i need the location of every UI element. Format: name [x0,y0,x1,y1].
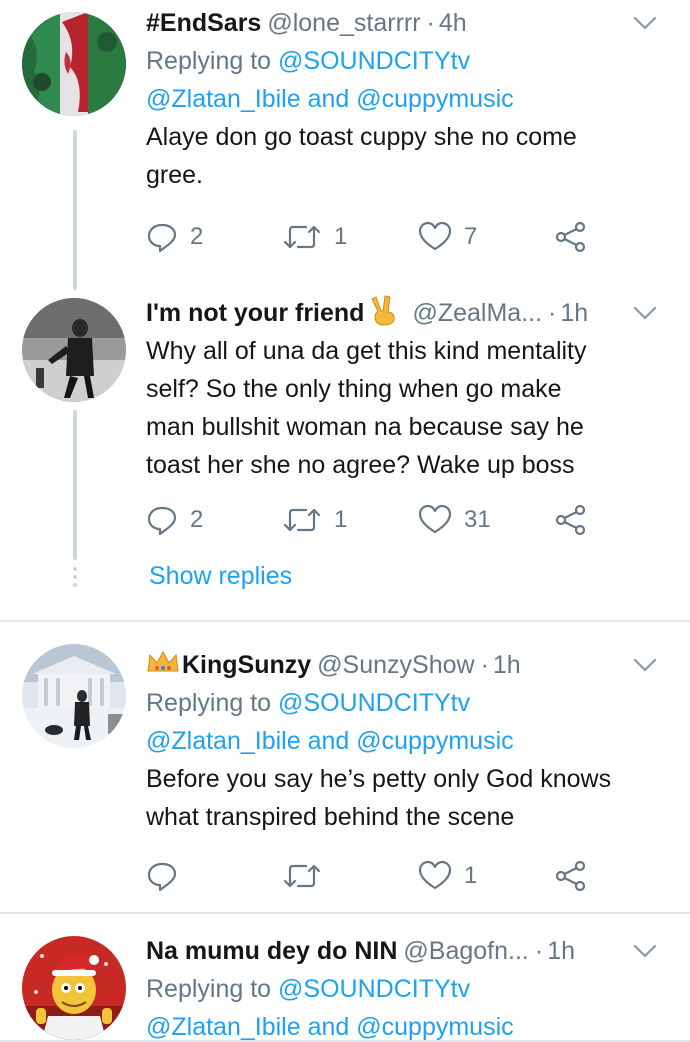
avatar-image [22,644,126,748]
avatar[interactable] [22,298,126,402]
replying-and: and [307,85,350,113]
display-name[interactable]: Na mumu dey do NIN [146,937,397,966]
like-count: 1 [464,862,478,889]
reply-icon [147,862,177,892]
tweet-text-line: Why all of una da get this kind mentalit… [146,337,587,365]
reply-count: 2 [190,506,204,533]
like-count: 7 [464,223,478,250]
user-handle[interactable]: @SunzyShow [317,651,474,680]
reply-icon [147,223,177,253]
retweet-button[interactable]: 1 [282,500,347,540]
timestamp[interactable]: 1h [547,937,575,966]
reply-icon [147,506,177,536]
like-icon [418,504,452,534]
retweet-count: 1 [334,223,348,250]
share-icon [555,860,586,892]
timestamp[interactable]: 1h [560,299,588,328]
share-button[interactable] [554,856,588,896]
avatar-image [22,298,126,402]
tweet-text-line: man bullshit woman na because say he [146,413,584,441]
like-icon [418,860,452,890]
tweet-actions: 1 [146,856,606,896]
mention-link[interactable]: @Zlatan_Ibile [146,727,301,755]
like-button[interactable]: 7 [418,217,477,257]
tweet-text-line: what transpired behind the scene [146,803,515,831]
share-button[interactable] [554,217,588,257]
retweet-button[interactable] [282,856,322,896]
reply-button[interactable]: 2 [146,500,203,540]
mention-link[interactable]: @SOUNDCITYtv [278,47,470,75]
tweet-actions: 2 1 7 [146,217,606,257]
tweet[interactable]: Na mumu dey do NIN @Bagofn... · 1h Reply… [0,914,690,1042]
chevron-down-icon[interactable] [630,650,660,680]
chevron-down-icon[interactable] [630,298,660,328]
tweet-text-line: toast her she no agree? Wake up boss [146,451,575,479]
mention-link[interactable]: @SOUNDCITYtv [278,689,470,717]
like-button[interactable]: 31 [418,500,491,540]
reply-button[interactable] [146,856,178,896]
chevron-down-icon[interactable] [630,936,660,966]
display-name[interactable]: KingSunzy [182,651,311,680]
share-icon [555,221,586,253]
avatar[interactable] [22,644,126,748]
mention-link[interactable]: @SOUNDCITYtv [278,975,470,1003]
tweet[interactable]: KingSunzy @SunzyShow · 1h Replying to @S… [0,622,690,914]
like-button[interactable]: 1 [418,856,477,896]
display-name[interactable]: I'm not your friend [146,299,364,328]
avatar-image [22,12,126,116]
retweet-icon [283,225,321,249]
avatar[interactable] [22,12,126,116]
replying-to: Replying to @SOUNDCITYtv [146,975,471,1003]
tweet[interactable]: #EndSars @lone_starrrr · 4h Replying to … [0,0,690,290]
retweet-button[interactable]: 1 [282,217,347,257]
mention-link[interactable]: @cuppymusic [356,727,513,755]
separator-dot: · [534,936,544,965]
separator-dot: · [426,8,435,37]
replying-and: and [307,1013,350,1041]
user-handle[interactable]: @Bagofn... [403,937,528,966]
display-name[interactable]: #EndSars [146,9,261,38]
victory-hand-emoji [370,294,398,333]
mention-link[interactable]: @cuppymusic [356,1013,513,1041]
tweet-text-line: Before you say he’s petty only God knows [146,765,612,793]
separator-dot: · [548,298,557,327]
tweet-text-line: Alaye don go toast cuppy she no come [146,123,577,151]
share-icon [555,504,586,536]
tweet[interactable]: I'm not your friend @ZealMa... · 1h Why … [0,290,690,620]
mention-link[interactable]: @Zlatan_Ibile [146,85,301,113]
reply-button[interactable]: 2 [146,217,203,257]
timestamp[interactable]: 1h [493,651,521,680]
retweet-icon [283,508,321,532]
replying-to-continued: @Zlatan_Ibile and @cuppymusic [146,1008,672,1042]
mention-link[interactable]: @Zlatan_Ibile [146,1013,301,1041]
avatar[interactable] [22,936,126,1040]
tweet-text-line: gree. [146,161,203,189]
show-replies-link[interactable]: Show replies [149,562,292,591]
tweet-actions: 2 1 31 [146,500,606,540]
tweet-text-line: self? So the only thing when go make [146,375,562,403]
share-button[interactable] [554,500,588,540]
chevron-down-icon[interactable] [630,8,660,38]
separator-dot: · [480,650,489,679]
replying-to: Replying to @SOUNDCITYtv [146,689,471,717]
timestamp[interactable]: 4h [439,9,467,38]
like-icon [418,221,452,251]
mention-link[interactable]: @cuppymusic [356,85,513,113]
retweet-icon [283,864,321,888]
replying-to-continued: @Zlatan_Ibile and @cuppymusic [146,722,672,760]
replying-to-continued: @Zlatan_Ibile and @cuppymusic [146,80,672,118]
retweet-count: 1 [334,506,348,533]
replying-and: and [307,727,350,755]
avatar-image [22,936,126,1040]
reply-count: 2 [190,223,204,250]
user-handle[interactable]: @ZealMa... [412,299,542,328]
replying-to: Replying to @SOUNDCITYtv [146,47,471,75]
crown-emoji [146,649,180,682]
user-handle[interactable]: @lone_starrrr [267,9,420,38]
like-count: 31 [464,506,491,533]
